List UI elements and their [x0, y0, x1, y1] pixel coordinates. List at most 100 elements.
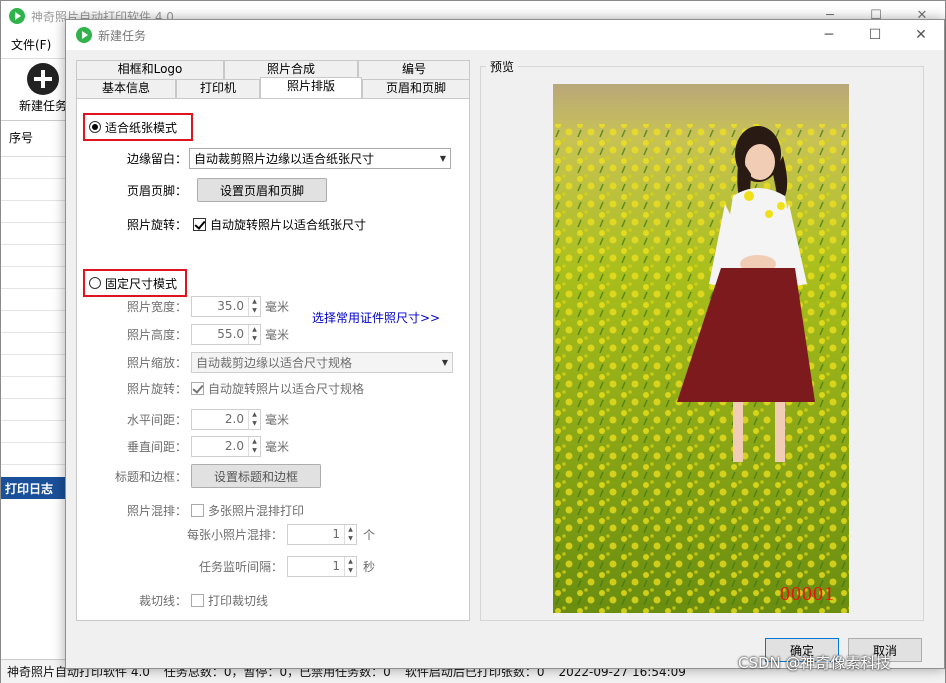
tab-basic-info[interactable]: 基本信息	[76, 79, 176, 98]
tab-printer[interactable]: 打印机	[176, 79, 260, 98]
table-row[interactable]	[1, 157, 71, 179]
mix-label: 照片混排：	[127, 503, 188, 518]
select-id-size-link[interactable]: 选择常用证件照尺寸>>	[312, 309, 440, 326]
preview-photo	[553, 84, 849, 613]
photo-width-value: 35.0	[217, 298, 245, 313]
cut-line-label: 裁切线：	[139, 593, 188, 608]
tab-strip: 相框和Logo 照片合成 编号 基本信息 打印机 照片排版 页眉和页脚	[76, 60, 470, 98]
photo-height-spinner[interactable]: 55.0 ▲ ▼	[191, 323, 262, 345]
spin-down-icon[interactable]: ▼	[249, 334, 260, 343]
chevron-down-icon: ▼	[441, 357, 449, 367]
set-title-border-button[interactable]: 设置标题和边框	[191, 464, 322, 488]
fit-rotate-check-label[interactable]: 自动旋转照片以适合纸张尺寸	[210, 216, 366, 233]
fixed-rotate-check-label[interactable]: 自动旋转照片以适合尺寸规格	[208, 380, 364, 397]
fixed-rotate-label: 照片旋转：	[127, 381, 188, 396]
unit-mm: 毫米	[265, 327, 290, 342]
preview-photo-image	[553, 84, 849, 613]
mix-checkbox[interactable]	[191, 503, 205, 517]
preview-label: 预览	[486, 58, 519, 75]
fixed-size-radio[interactable]	[89, 277, 101, 289]
dialog-close-icon[interactable]: ✕	[898, 20, 944, 50]
cut-line-check-label[interactable]: 打印裁切线	[208, 592, 268, 609]
table-row[interactable]	[1, 377, 71, 399]
margin-select[interactable]: 自动裁剪照片边缘以适合纸张尺寸 ▼	[189, 147, 452, 169]
dialog-titlebar: 新建任务 ─ ☐ ✕	[66, 20, 944, 50]
tab-numbering[interactable]: 编号	[358, 60, 470, 79]
tab-header-footer[interactable]: 页眉和页脚	[362, 79, 470, 98]
spin-up-icon[interactable]: ▲	[249, 297, 260, 306]
monitor-interval-value: 1	[332, 558, 341, 573]
dialog-maximize-icon[interactable]: ☐	[852, 20, 898, 50]
table-row[interactable]	[1, 179, 71, 201]
vspace-spinner[interactable]: 2.0 ▲ ▼	[191, 435, 262, 457]
table-row[interactable]	[1, 289, 71, 311]
photo-width-spinner[interactable]: 35.0 ▲ ▼	[191, 295, 262, 317]
photo-height-value: 55.0	[217, 326, 245, 341]
table-row[interactable]	[1, 421, 71, 443]
unit-sec: 秒	[363, 559, 376, 574]
unit-count: 个	[363, 527, 376, 542]
spin-down-icon[interactable]: ▼	[345, 534, 356, 543]
hspace-value: 2.0	[224, 411, 245, 426]
unit-mm: 毫米	[265, 439, 290, 454]
menu-file[interactable]: 文件(F)	[11, 36, 51, 53]
spin-down-icon[interactable]: ▼	[249, 419, 260, 428]
vspace-label: 垂直间距：	[127, 439, 188, 454]
photo-number: 00001	[780, 583, 835, 605]
monitor-interval-spinner[interactable]: 1 ▲ ▼	[287, 555, 358, 577]
spin-down-icon[interactable]: ▼	[249, 446, 260, 455]
fit-paper-radio[interactable]	[89, 121, 101, 133]
vspace-value: 2.0	[224, 438, 245, 453]
per-small-spinner[interactable]: 1 ▲ ▼	[287, 523, 358, 545]
photo-layout-panel: 适合纸张模式 边缘留白： 自动裁剪照片边缘以适合纸张尺寸 ▼ 页眉页脚： 设置页…	[76, 98, 470, 621]
table-row[interactable]	[1, 311, 71, 333]
tab-frame-logo[interactable]: 相框和Logo	[76, 60, 224, 79]
table-row[interactable]	[1, 267, 71, 289]
watermark-text: CSDN @神奇像素科技	[738, 654, 891, 672]
unit-mm: 毫米	[265, 412, 290, 427]
photo-scale-label: 照片缩放：	[127, 355, 188, 370]
photo-width-label: 照片宽度：	[127, 299, 188, 314]
task-table	[1, 157, 71, 465]
spin-up-icon[interactable]: ▲	[249, 410, 260, 419]
fixed-rotate-checkbox[interactable]	[191, 381, 205, 395]
mix-check-label[interactable]: 多张照片混排打印	[208, 502, 304, 519]
column-header-seq[interactable]: 序号	[1, 121, 71, 157]
fixed-size-mode-option[interactable]: 固定尺寸模式	[83, 269, 187, 297]
table-row[interactable]	[1, 223, 71, 245]
spin-up-icon[interactable]: ▲	[345, 557, 356, 566]
monitor-interval-label: 任务监听间隔：	[199, 559, 284, 574]
table-row[interactable]	[1, 245, 71, 267]
table-row[interactable]	[1, 333, 71, 355]
new-task-button[interactable]: 新建任务	[19, 97, 67, 114]
dialog-title: 新建任务	[98, 28, 147, 43]
margin-label: 边缘留白：	[127, 151, 188, 166]
dialog-app-icon	[76, 27, 92, 43]
spin-up-icon[interactable]: ▲	[345, 525, 356, 534]
table-row[interactable]	[1, 355, 71, 377]
fit-paper-mode-option[interactable]: 适合纸张模式	[83, 113, 193, 141]
spin-up-icon[interactable]: ▲	[249, 325, 260, 334]
log-title: 打印日志	[1, 477, 71, 499]
photo-scale-value: 自动裁剪边缘以适合尺寸规格	[196, 355, 353, 370]
spin-down-icon[interactable]: ▼	[345, 566, 356, 575]
app-logo-icon	[9, 8, 25, 24]
table-row[interactable]	[1, 399, 71, 421]
dialog-minimize-icon[interactable]: ─	[806, 20, 852, 50]
fixed-size-label: 固定尺寸模式	[105, 276, 178, 291]
set-header-footer-button[interactable]: 设置页眉和页脚	[197, 178, 328, 202]
per-small-value: 1	[332, 526, 341, 541]
margin-select-value: 自动裁剪照片边缘以适合纸张尺寸	[194, 151, 375, 166]
table-row[interactable]	[1, 201, 71, 223]
tab-photo-layout[interactable]: 照片排版	[260, 77, 362, 98]
spin-up-icon[interactable]: ▲	[249, 437, 260, 446]
photo-scale-select[interactable]: 自动裁剪边缘以适合尺寸规格 ▼	[191, 351, 454, 373]
add-circle-icon[interactable]	[27, 63, 59, 95]
fit-rotate-checkbox[interactable]	[193, 217, 207, 231]
hspace-spinner[interactable]: 2.0 ▲ ▼	[191, 408, 262, 430]
hspace-label: 水平间距：	[127, 412, 188, 427]
cut-line-checkbox[interactable]	[191, 593, 205, 607]
table-row[interactable]	[1, 443, 71, 465]
chevron-down-icon: ▼	[439, 153, 447, 163]
spin-down-icon[interactable]: ▼	[249, 306, 260, 315]
